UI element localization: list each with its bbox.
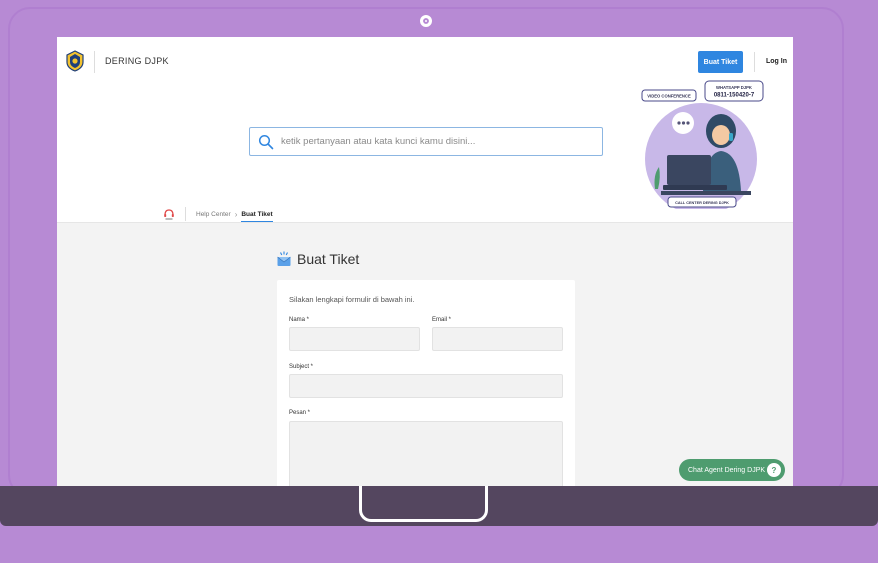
laptop-touchpad-notch bbox=[359, 486, 488, 522]
help-center-icon[interactable] bbox=[163, 208, 175, 220]
laptop-bottom-frame bbox=[0, 526, 878, 563]
whatsapp-number: 0811-150420-7 bbox=[714, 93, 755, 99]
breadcrumb-current: Buat Tiket bbox=[241, 211, 273, 223]
email-field[interactable] bbox=[432, 327, 563, 351]
breadcrumb: Help Center › Buat Tiket bbox=[163, 205, 273, 223]
camera-icon bbox=[420, 15, 432, 27]
laptop-mockup: DERING DJPK Buat Tiket Log In WHATSAPP D… bbox=[0, 0, 878, 563]
login-link[interactable]: Log In bbox=[766, 58, 787, 65]
video-conference-badge: VIDEO CONFERENCE bbox=[647, 93, 691, 98]
buat-tiket-button[interactable]: Buat Tiket bbox=[698, 51, 743, 73]
kemenkeu-logo-icon[interactable] bbox=[65, 50, 85, 72]
ticket-inbox-icon bbox=[277, 251, 291, 266]
chat-agent-button[interactable]: Chat Agent Dering DJPK ? bbox=[679, 459, 785, 481]
header-divider-right bbox=[754, 52, 755, 72]
header-divider bbox=[94, 51, 95, 73]
subject-field[interactable] bbox=[289, 374, 563, 398]
page-title-text: Buat Tiket bbox=[297, 251, 360, 267]
message-textarea[interactable] bbox=[289, 421, 563, 486]
call-center-illustration: WHATSAPP DJPK 0811-150420-7 VIDEO CONFER… bbox=[641, 80, 764, 209]
name-field[interactable] bbox=[289, 327, 420, 351]
name-label: Nama * bbox=[289, 317, 310, 323]
message-label: Pesan * bbox=[289, 410, 311, 416]
main-content: Buat Tiket Silakan lengkapi formulir di … bbox=[57, 223, 793, 486]
breadcrumb-help-center[interactable]: Help Center bbox=[196, 211, 231, 218]
search-input[interactable] bbox=[281, 136, 581, 147]
breadcrumb-divider bbox=[185, 207, 186, 221]
email-label: Email * bbox=[432, 317, 452, 323]
help-question-icon: ? bbox=[767, 463, 781, 477]
chat-agent-label: Chat Agent Dering DJPK bbox=[688, 466, 766, 474]
chevron-right-icon: › bbox=[234, 209, 238, 219]
whatsapp-title: WHATSAPP DJPK bbox=[716, 85, 752, 90]
search-box[interactable] bbox=[249, 127, 603, 156]
call-center-caption: CALL CENTER DERING DJPK bbox=[675, 201, 729, 205]
search-icon bbox=[258, 134, 274, 149]
ticket-form-card: Silakan lengkapi formulir di bawah ini. … bbox=[277, 280, 575, 486]
page-title: Buat Tiket bbox=[276, 251, 359, 267]
form-intro: Silakan lengkapi formulir di bawah ini. bbox=[289, 295, 415, 304]
brand-name[interactable]: DERING DJPK bbox=[105, 56, 169, 66]
browser-screen: DERING DJPK Buat Tiket Log In WHATSAPP D… bbox=[57, 37, 793, 486]
subject-label: Subject * bbox=[289, 364, 314, 370]
